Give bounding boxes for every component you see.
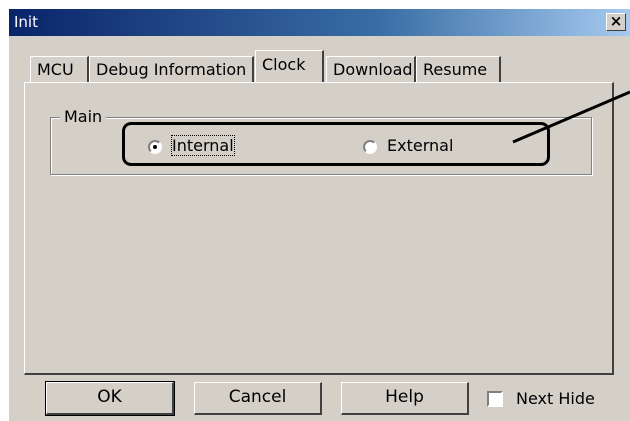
callout-pointer-line — [512, 90, 630, 144]
